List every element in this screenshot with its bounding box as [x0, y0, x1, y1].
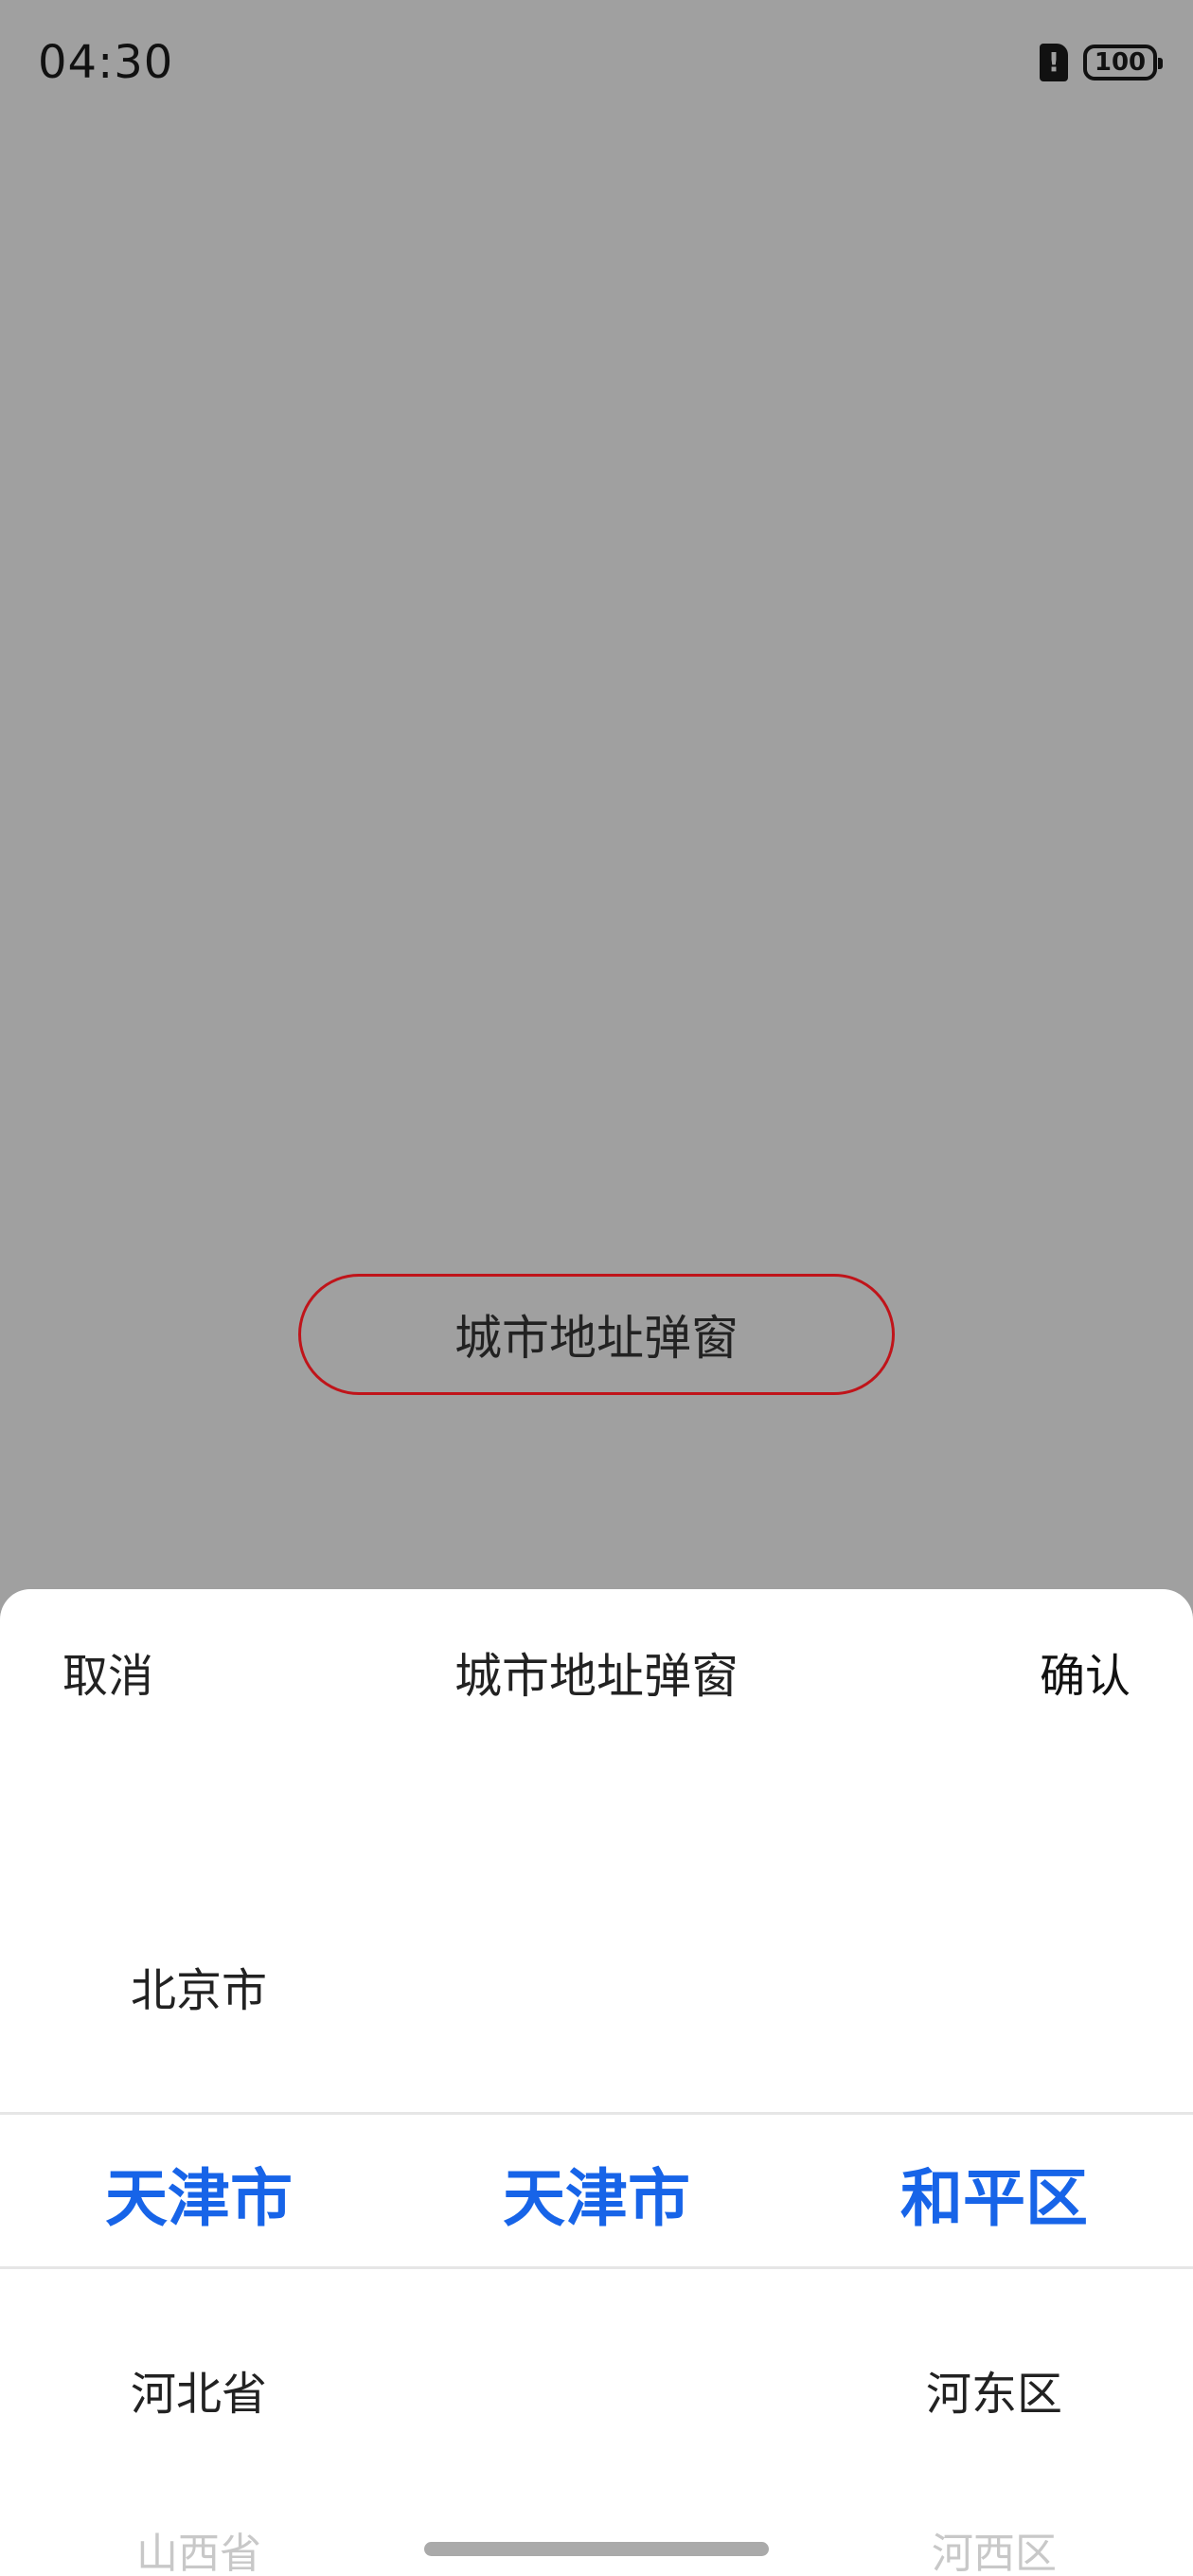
status-bar: 04:30 100 [0, 0, 1193, 133]
district-option-next2[interactable]: 河西区 [795, 2519, 1193, 2576]
province-option-selected[interactable]: 天津市 [0, 2148, 398, 2239]
sim-alert-icon [1040, 44, 1068, 81]
home-indicator[interactable] [424, 2542, 769, 2556]
district-option-next[interactable]: 河东区 [795, 2356, 1193, 2423]
province-wheel[interactable]: 北京市 天津市 河北省 山西省 [0, 1589, 398, 2576]
district-wheel[interactable]: 和平区 河东区 河西区 [795, 1589, 1193, 2576]
province-option-next2[interactable]: 山西省 [0, 2519, 398, 2576]
status-icons: 100 [1040, 44, 1163, 81]
city-picker-sheet: 取消 城市地址弹窗 确认 北京市 天津市 河北省 山西省 天津市 和平区 河东区… [0, 1589, 1193, 2576]
city-option-selected[interactable]: 天津市 [398, 2148, 795, 2239]
battery-level: 100 [1094, 48, 1147, 77]
city-address-popup-button[interactable]: 城市地址弹窗 [298, 1274, 895, 1395]
district-option-selected[interactable]: 和平区 [795, 2148, 1193, 2239]
status-time: 04:30 [38, 36, 174, 89]
city-wheel[interactable]: 天津市 [398, 1589, 795, 2576]
battery-icon: 100 [1083, 45, 1163, 80]
province-option-next[interactable]: 河北省 [0, 2356, 398, 2423]
province-option-prev[interactable]: 北京市 [0, 1953, 398, 2019]
